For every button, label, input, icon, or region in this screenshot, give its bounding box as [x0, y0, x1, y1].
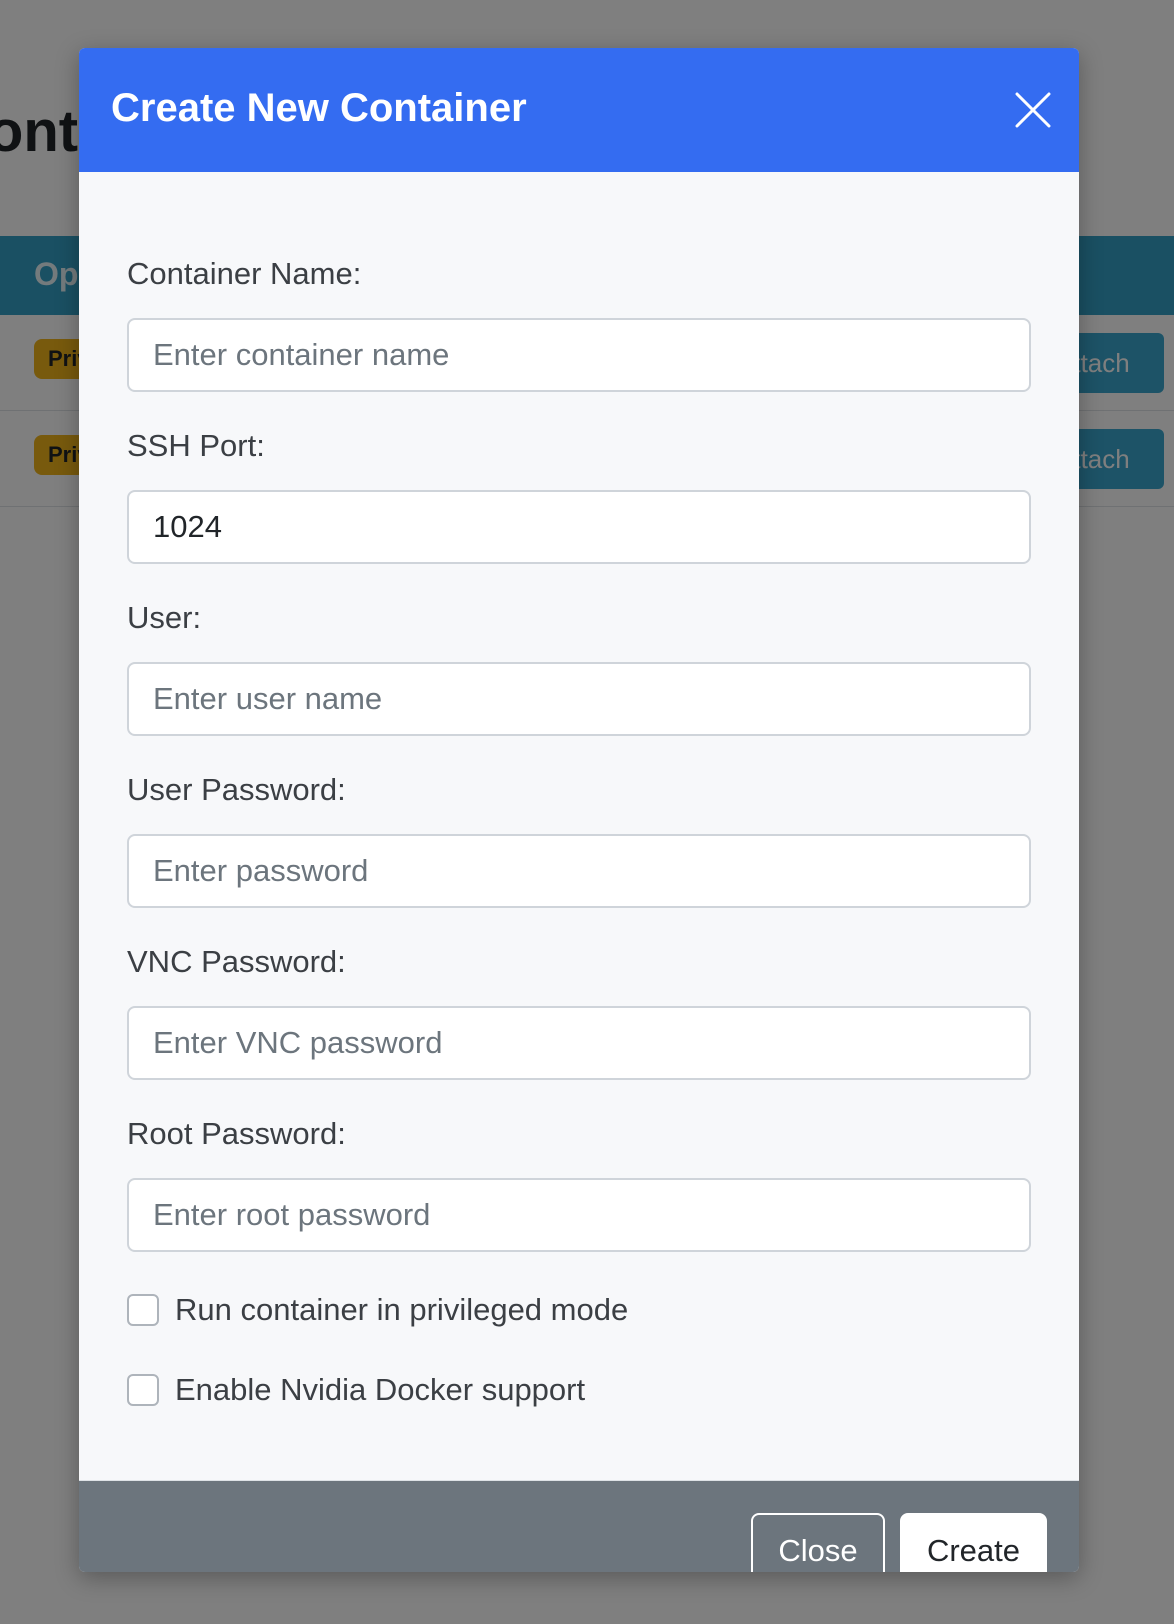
create-button[interactable]: Create [900, 1513, 1047, 1572]
vnc-password-label: VNC Password: [127, 944, 346, 979]
nvidia-docker-option[interactable]: Enable Nvidia Docker support [127, 1370, 585, 1410]
privileged-mode-label: Run container in privileged mode [175, 1292, 629, 1327]
container-name-label: Container Name: [127, 256, 362, 291]
user-password-label: User Password: [127, 772, 346, 807]
user-password-input[interactable] [127, 834, 1031, 908]
user-label: User: [127, 600, 202, 635]
create-container-modal: Create New Container Container Name: SSH… [79, 48, 1079, 1572]
root-password-input[interactable] [127, 1178, 1031, 1252]
root-password-label: Root Password: [127, 1116, 346, 1151]
vnc-password-input[interactable] [127, 1006, 1031, 1080]
page: Containers Operations Privileged Attach … [0, 0, 1174, 1624]
privileged-mode-checkbox[interactable] [127, 1294, 159, 1326]
modal-body: Container Name: SSH Port: User: User Pas… [79, 172, 1079, 1480]
ssh-port-input[interactable] [127, 490, 1031, 564]
modal-header: Create New Container [79, 48, 1079, 172]
close-button[interactable]: Close [751, 1513, 885, 1572]
nvidia-docker-label: Enable Nvidia Docker support [175, 1372, 586, 1407]
user-input[interactable] [127, 662, 1031, 736]
close-icon[interactable] [1011, 88, 1055, 132]
modal-title: Create New Container [111, 86, 527, 130]
privileged-mode-option[interactable]: Run container in privileged mode [127, 1290, 628, 1330]
container-name-input[interactable] [127, 318, 1031, 392]
nvidia-docker-checkbox[interactable] [127, 1374, 159, 1406]
ssh-port-label: SSH Port: [127, 428, 265, 463]
modal-footer: Close Create [79, 1480, 1079, 1572]
